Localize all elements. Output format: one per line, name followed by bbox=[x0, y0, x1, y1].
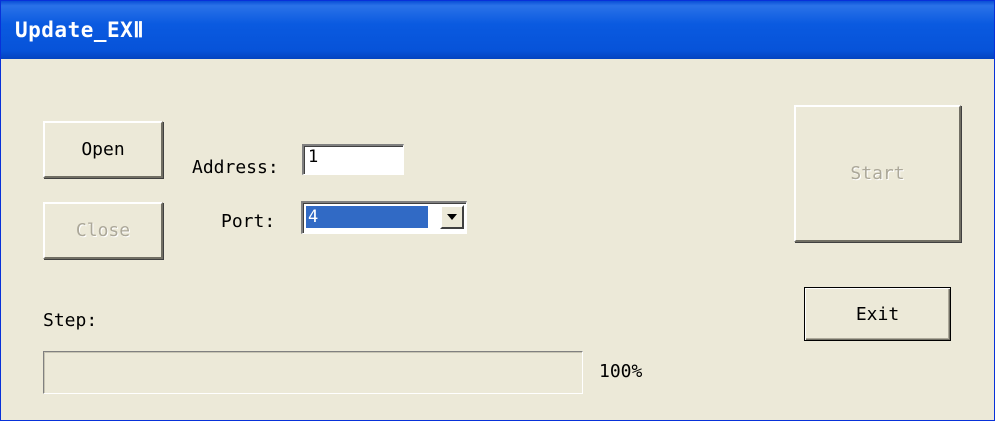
title-bar[interactable]: Update_EXⅡ bbox=[1, 1, 994, 59]
port-select[interactable]: 4 bbox=[301, 201, 467, 234]
progress-percent: 100% bbox=[599, 361, 643, 382]
open-button[interactable]: Open bbox=[43, 121, 163, 178]
update-window: Update_EXⅡ Open Close Address: 1 Port: 4… bbox=[0, 0, 995, 421]
chevron-down-icon[interactable] bbox=[440, 205, 464, 229]
close-button[interactable]: Close bbox=[43, 202, 163, 259]
exit-button[interactable]: Exit bbox=[804, 287, 951, 341]
address-label: Address: bbox=[192, 157, 279, 178]
port-label: Port: bbox=[221, 211, 276, 232]
address-field[interactable]: 1 bbox=[302, 144, 404, 175]
step-label: Step: bbox=[43, 310, 98, 331]
port-select-value: 4 bbox=[306, 206, 428, 228]
window-title: Update_EXⅡ bbox=[15, 18, 145, 42]
progress-fill bbox=[44, 352, 582, 393]
step-progress-bar bbox=[43, 351, 583, 394]
start-button[interactable]: Start bbox=[794, 105, 961, 242]
